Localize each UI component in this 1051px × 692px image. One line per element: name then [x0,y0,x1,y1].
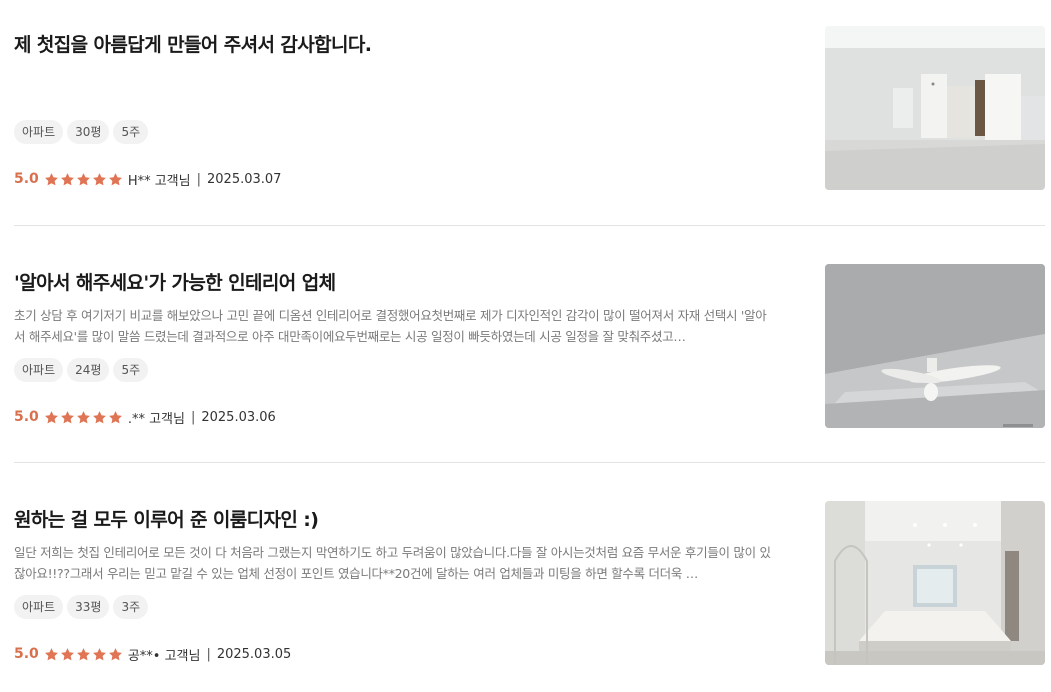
review-title[interactable]: 제 첫집을 아름답게 만들어 주셔서 감사합니다. [14,30,372,60]
review-body: 제 첫집을 아름답게 만들어 주셔서 감사합니다. 아파트 30평 5주 5.0… [14,26,784,190]
reviewer-name: .** 고객님 [127,411,185,427]
rating-score: 5.0 [14,171,39,187]
tag-duration: 5주 [113,120,149,144]
review-body: '알아서 해주세요'가 가능한 인테리어 업체 초기 상담 후 여기저기 비교를… [14,264,784,428]
star-icon [76,647,91,662]
star-icon [108,410,123,425]
review-body: 원하는 걸 모두 이루어 준 이룸디자인 :) 일단 저희는 첫집 인테리어로 … [14,501,784,665]
star-icon [60,647,75,662]
review-title[interactable]: '알아서 해주세요'가 가능한 인테리어 업체 [14,268,336,298]
star-rating [44,172,123,187]
star-icon [76,172,91,187]
review-title[interactable]: 원하는 걸 모두 이루어 준 이룸디자인 :) [14,505,319,535]
meta-separator: | [196,171,201,187]
reviewer-name: 공**• 고객님 [127,648,201,664]
review-excerpt: 초기 상담 후 여기저기 비교를 해보았으나 고민 끝에 디옴션 인테리어로 결… [14,308,767,344]
review-list: 제 첫집을 아름답게 만들어 주셔서 감사합니다. 아파트 30평 5주 5.0… [0,0,1051,692]
ceiling-fan-photo[interactable] [825,264,1045,428]
tag-list: 아파트 24평 5주 [14,358,149,382]
kitchen-island-photo[interactable] [825,501,1045,665]
star-icon [92,410,107,425]
star-icon [108,172,123,187]
review-date: 2025.03.06 [201,409,276,425]
star-icon [108,647,123,662]
star-icon [44,410,59,425]
star-rating [44,410,123,425]
star-icon [60,410,75,425]
star-icon [60,172,75,187]
star-rating [44,647,123,662]
tag-size: 24평 [67,358,110,382]
review-meta: 5.0 H** 고객님 | 2025.03.07 [14,168,281,190]
meta-separator: | [190,409,196,425]
review-divider [14,225,1045,226]
review-date: 2025.03.07 [207,171,282,187]
review-meta: 5.0 .** 고객님 | 2025.03.06 [14,406,276,428]
star-icon [92,647,107,662]
tag-size: 33평 [67,595,110,619]
tag-size: 30평 [67,120,110,144]
review-divider [14,462,1045,463]
review-meta: 5.0 공**• 고객님 | 2025.03.05 [14,643,291,665]
tag-duration: 5주 [113,358,149,382]
review-card[interactable]: 원하는 걸 모두 이루어 준 이룸디자인 :) 일단 저희는 첫집 인테리어로 … [14,501,1045,665]
star-icon [76,410,91,425]
review-excerpt: 일단 저희는 첫집 인테리어로 모든 것이 다 처음라 그랬는지 막연하기도 하… [14,545,771,581]
tag-housing-type: 아파트 [14,358,64,382]
white-living-room-photo[interactable] [825,26,1045,190]
star-icon [92,172,107,187]
review-card[interactable]: 제 첫집을 아름답게 만들어 주셔서 감사합니다. 아파트 30평 5주 5.0… [14,26,1045,190]
meta-separator: | [206,646,211,662]
tag-list: 아파트 30평 5주 [14,120,149,144]
tag-housing-type: 아파트 [14,595,64,619]
tag-housing-type: 아파트 [14,120,64,144]
reviewer-name: H** 고객님 [127,173,191,189]
rating-score: 5.0 [14,409,39,425]
star-icon [44,647,59,662]
review-date: 2025.03.05 [216,646,292,662]
tag-duration: 3주 [113,595,149,619]
tag-list: 아파트 33평 3주 [14,595,149,619]
review-card[interactable]: '알아서 해주세요'가 가능한 인테리어 업체 초기 상담 후 여기저기 비교를… [14,264,1045,428]
rating-score: 5.0 [14,646,39,662]
star-icon [44,172,59,187]
